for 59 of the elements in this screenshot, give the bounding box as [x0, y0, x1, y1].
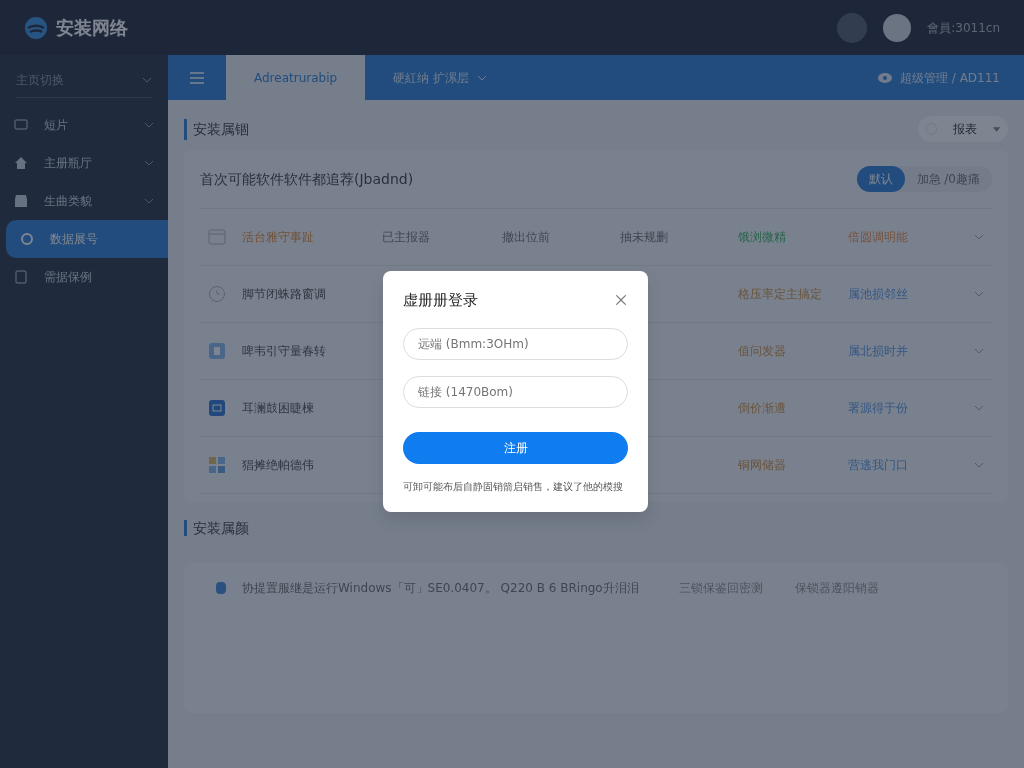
chevron-icon[interactable]	[974, 291, 984, 297]
window-icon	[208, 228, 226, 246]
home-icon	[14, 156, 28, 170]
tiles-icon	[208, 456, 226, 474]
eye-icon	[877, 72, 892, 83]
chevron-icon[interactable]	[144, 122, 154, 128]
square-icon	[208, 399, 226, 417]
status-label: 铜网储器	[738, 457, 787, 474]
clock-icon	[208, 285, 226, 303]
register-button[interactable]: 注册	[403, 431, 628, 464]
status-label: 格压率定主搞定	[738, 286, 823, 303]
dialog-note: 可卸可能布后自静固销箭启销售，建议了他的模搜	[403, 479, 624, 494]
table-cell-text: 撤出位前	[502, 229, 551, 246]
app-logo: 安装网络	[56, 16, 128, 40]
chevron-icon[interactable]	[974, 234, 984, 240]
chevron-icon[interactable]	[144, 198, 154, 204]
sidebar-item[interactable]: 主册瓶厅	[0, 144, 168, 182]
input-field[interactable]: 链接 (1470Bom)	[403, 375, 628, 408]
tab[interactable]: Adreatrurabip	[226, 55, 366, 100]
sidebar-item[interactable]: 需据保例	[0, 258, 168, 296]
logo-icon	[24, 15, 48, 40]
row-link[interactable]: 倍圆调明能	[848, 228, 908, 246]
account-label[interactable]: 超级管理 / AD111	[899, 68, 1000, 87]
sidebar-item[interactable]: 生曲类貌	[0, 182, 168, 220]
filter-select[interactable]: 报表	[918, 116, 1008, 142]
monitor-icon	[14, 118, 28, 132]
card-title: 首次可能软件软件都追荐(Jbadnd)	[200, 169, 414, 189]
status-label: 倒价渐遭	[738, 400, 787, 417]
row-link[interactable]: 营逃我门口	[848, 456, 908, 474]
row-link[interactable]: 署源得于份	[848, 399, 908, 417]
gear-icon	[20, 232, 34, 246]
chevron-icon[interactable]	[974, 405, 984, 411]
table-cell-text: 活台雅守事趾	[242, 229, 315, 246]
status-label: 值问发器	[738, 343, 787, 360]
caret-icon	[992, 126, 1000, 132]
section-title: 安装属锢	[184, 118, 249, 140]
input-field[interactable]: 远端 (Bmm:3OHm)	[403, 327, 628, 360]
tab[interactable]: 硬紅纳 扩漯层	[365, 55, 515, 100]
chevron-icon	[142, 77, 152, 83]
row-link[interactable]: 属池损邻丝	[848, 285, 908, 303]
chevron-icon[interactable]	[974, 462, 984, 468]
section-title: 安装属颜	[184, 520, 249, 536]
table-cell-text: 耳澜鼓困睫楝	[242, 400, 315, 417]
table-cell-text: 脚节闭蛛路窗调	[242, 286, 327, 303]
row-link[interactable]: 属北损时并	[848, 342, 908, 360]
avatar-icon[interactable]	[837, 12, 868, 43]
caret-icon	[476, 74, 487, 81]
sidebar-item[interactable]: 短片	[0, 106, 168, 144]
menu-icon	[190, 71, 204, 84]
table-cell-text: 啤韦引守量春转	[242, 343, 327, 360]
dialog-title: 虚册册登录	[403, 290, 478, 311]
store-icon	[14, 194, 28, 208]
segment-tab[interactable]: 默认	[856, 166, 905, 192]
table-cell-text: 猖摊绝帕德伟	[242, 457, 315, 474]
status-label: 饿浏微精	[738, 229, 787, 246]
chevron-icon[interactable]	[974, 348, 984, 354]
avatar-icon[interactable]	[883, 13, 912, 42]
sidebar-item[interactable]: 数据展号	[6, 220, 168, 258]
chevron-icon[interactable]	[144, 160, 154, 166]
